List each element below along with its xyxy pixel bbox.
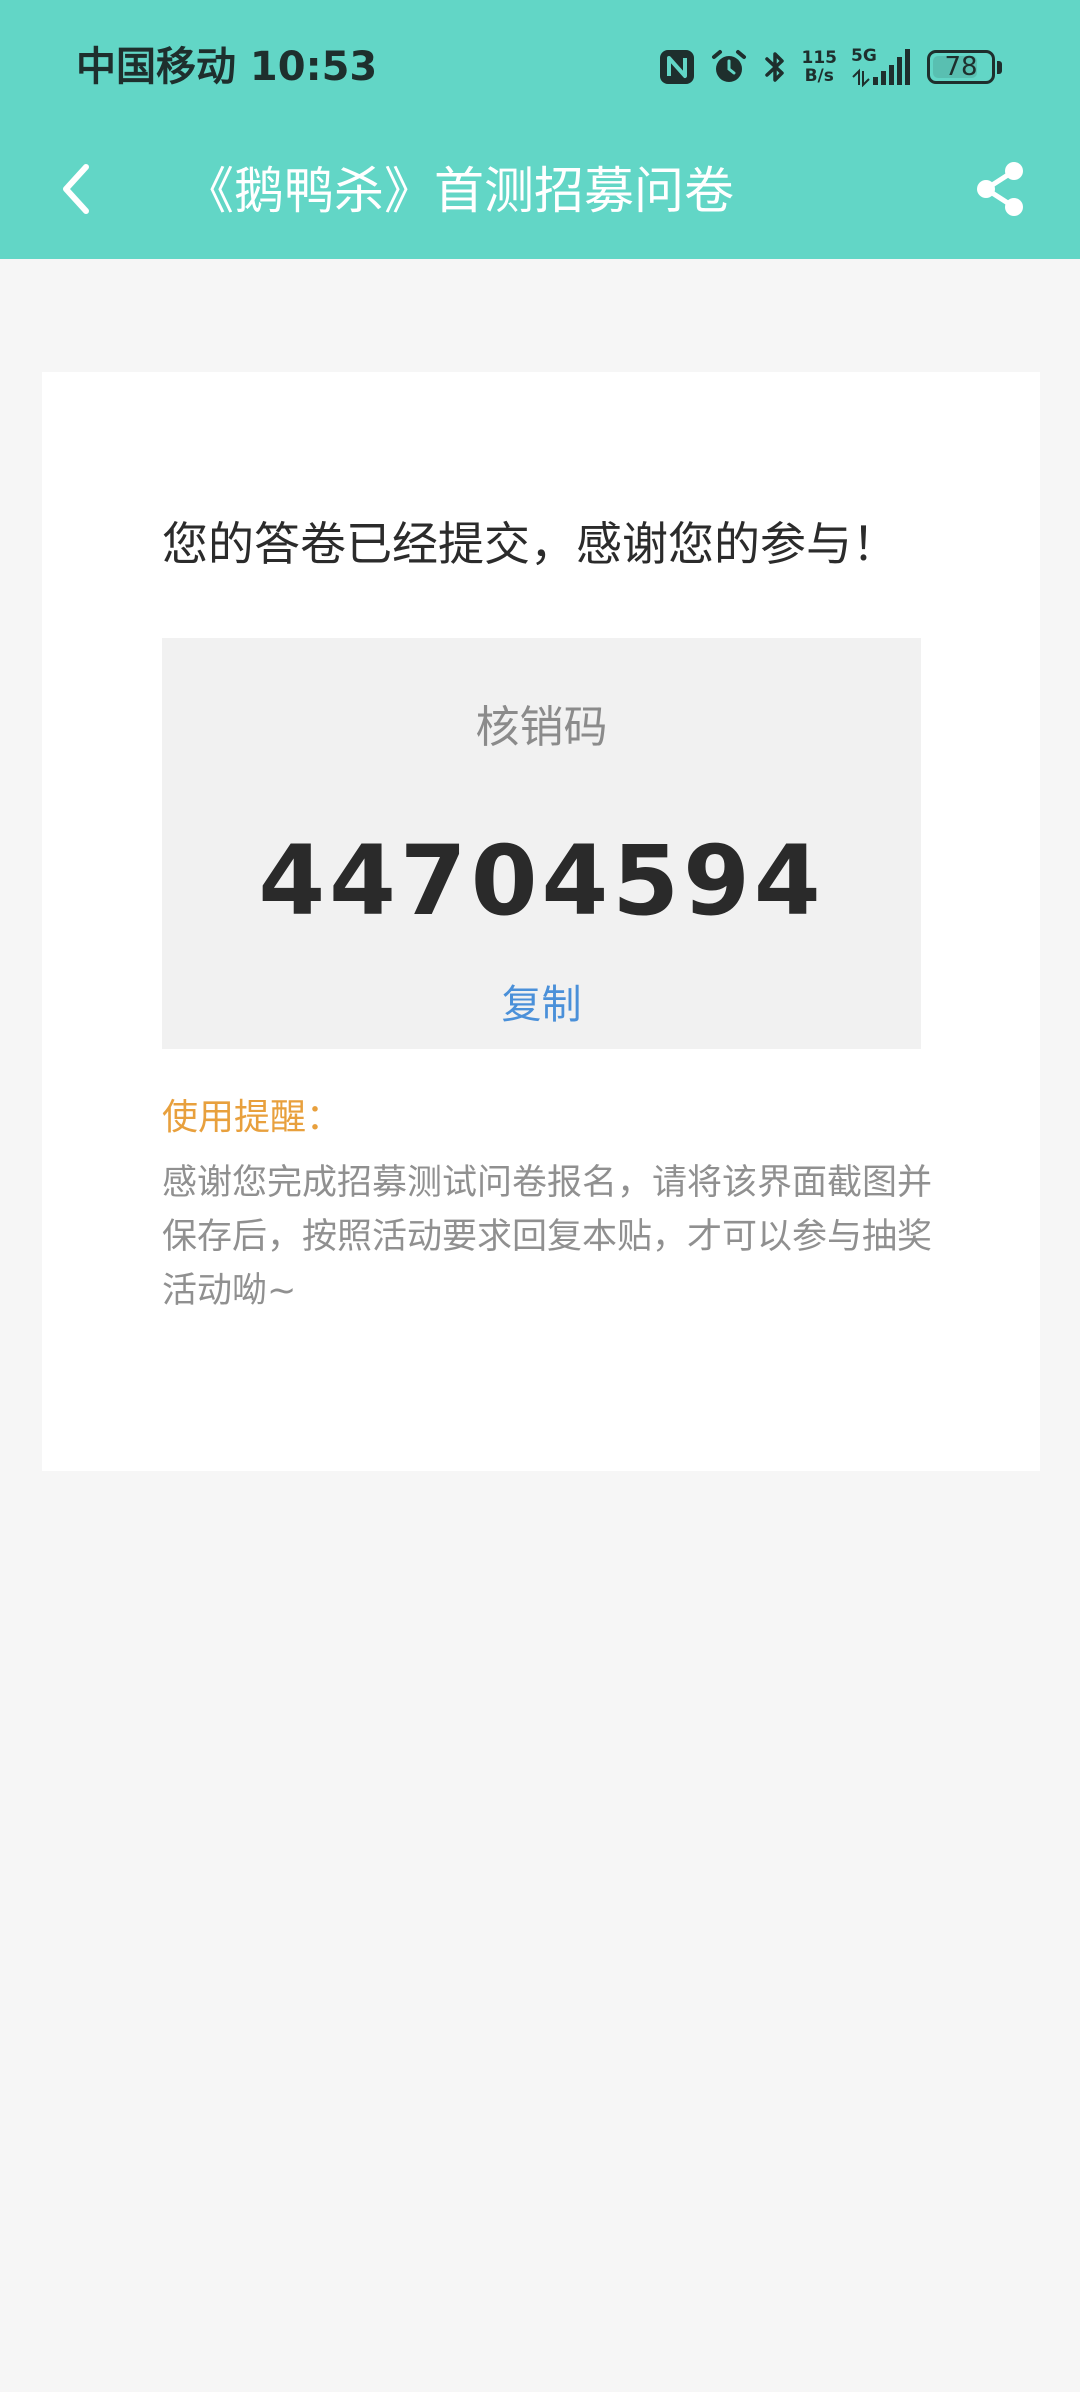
app-header: 中国移动 10:53 115 B/s 5G 78 《鹅鸭杀》首测招募问卷 [0, 0, 1080, 259]
page-title: 《鹅鸭杀》首测招募问卷 [184, 162, 734, 220]
success-message: 您的答卷已经提交，感谢您的参与！ [162, 517, 898, 571]
result-card: 您的答卷已经提交，感谢您的参与！ 核销码 44704594 复制 使用提醒： 感… [42, 372, 1040, 1471]
reminder-title: 使用提醒： [162, 1097, 343, 1138]
share-button[interactable] [960, 151, 1040, 231]
battery-icon: 78 [927, 50, 1002, 84]
status-bar: 中国移动 10:53 115 B/s 5G 78 [0, 0, 1080, 135]
chevron-left-icon [56, 161, 96, 221]
copy-button[interactable]: 复制 [162, 980, 921, 1030]
battery-tip [997, 60, 1002, 74]
net-speed-value: 115 [801, 48, 838, 68]
carrier-time: 中国移动 10:53 [76, 44, 378, 90]
nfc-icon [658, 48, 696, 86]
status-icons: 115 B/s 5G 78 [658, 44, 1002, 90]
code-label: 核销码 [475, 702, 608, 753]
bluetooth-icon [762, 48, 788, 86]
verification-code: 44704594 [258, 825, 825, 937]
signal-icon: 5G [851, 47, 913, 87]
battery-level: 78 [944, 52, 978, 82]
back-button[interactable] [40, 155, 112, 227]
battery-body: 78 [927, 50, 995, 84]
verification-code-box: 核销码 44704594 复制 [162, 638, 921, 1049]
nav-bar: 《鹅鸭杀》首测招募问卷 [0, 135, 1080, 259]
net-speed-unit: B/s [804, 66, 834, 86]
reminder-text: 感谢您完成招募测试问卷报名，请将该界面截图并保存后，按照活动要求回复本贴，才可以… [162, 1163, 933, 1311]
share-icon [972, 159, 1028, 223]
alarm-icon [710, 48, 748, 86]
network-type: 5G [851, 46, 877, 66]
net-speed: 115 B/s [802, 49, 838, 85]
